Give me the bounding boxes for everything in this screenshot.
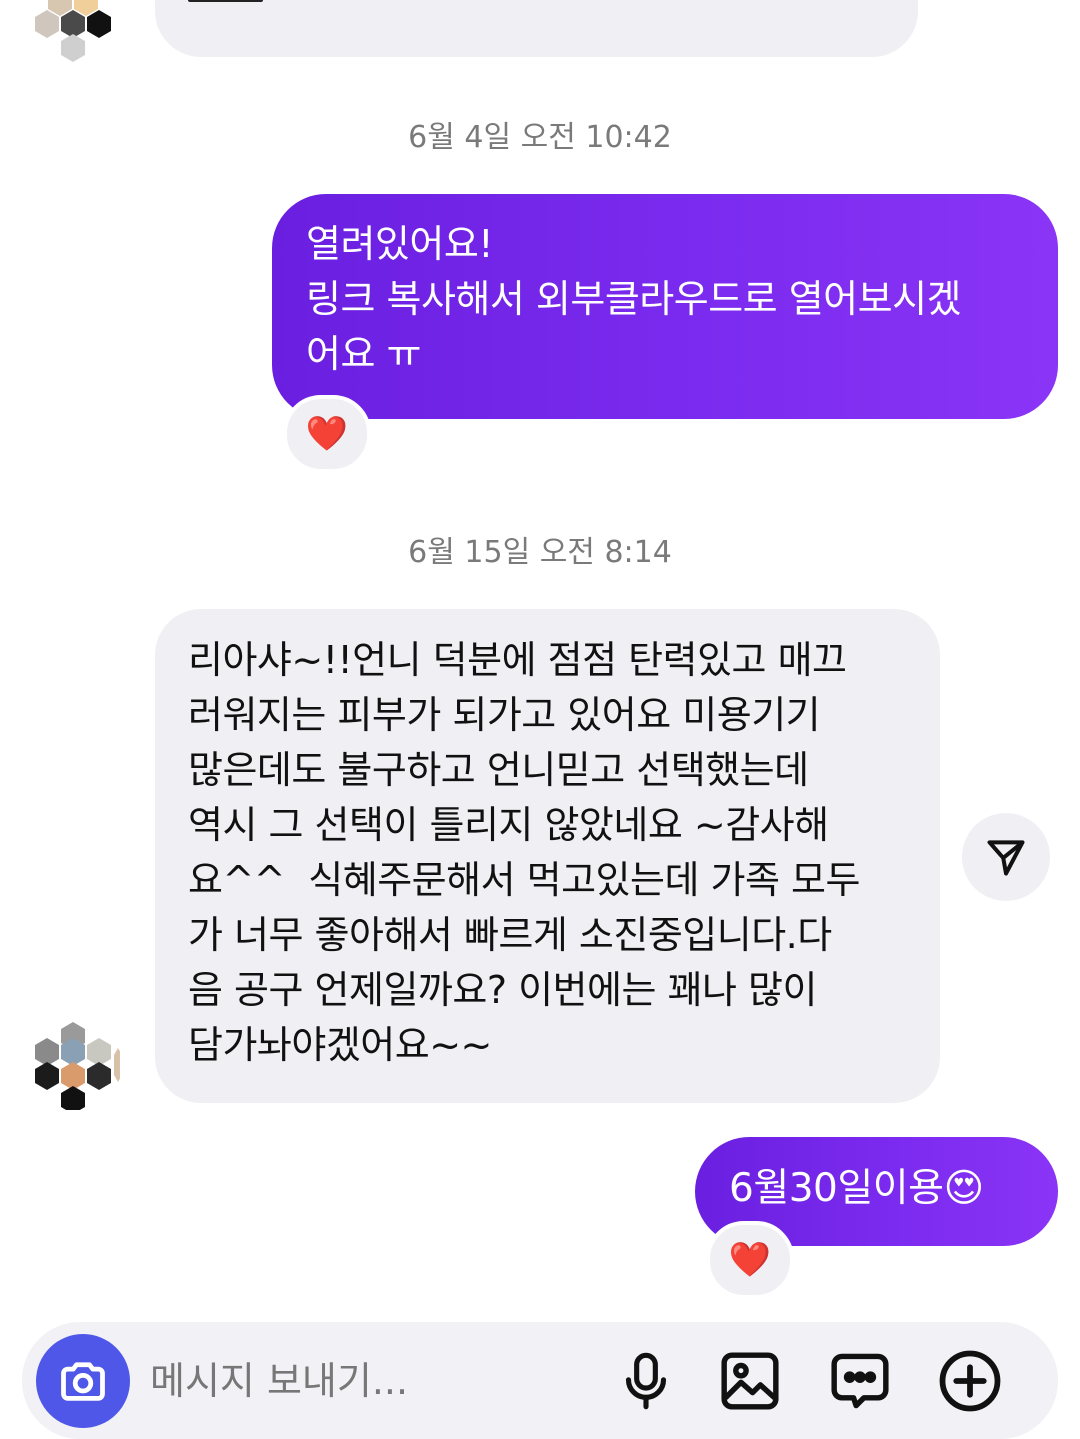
message-text: 리아샤~!!언니 덕분에 점점 탄력있고 매끄 러워지는 피부가 되가고 있어요… (188, 638, 860, 1067)
microphone-icon (625, 1352, 667, 1410)
chat-bubble-icon (831, 1353, 889, 1409)
sender-avatar-top[interactable] (30, 0, 120, 70)
heart-icon: ❤️ (305, 414, 349, 454)
timestamp: 6월 4일 오전 10:42 (408, 120, 672, 155)
more-options-button[interactable] (934, 1345, 1006, 1417)
camera-button[interactable] (36, 1334, 130, 1428)
timestamp: 6월 15일 오전 8:14 (408, 535, 672, 570)
reaction-badge[interactable]: ❤️ (283, 395, 371, 473)
camera-icon (61, 1362, 105, 1401)
message-text: 열려있어요! 링크 복사해서 외부클라우드로 열어보시겠 어요 ㅠ (306, 222, 962, 376)
share-button[interactable] (962, 813, 1050, 901)
incoming-message-bubble[interactable]: 리아샤~!!언니 덕분에 점점 탄력있고 매끄 러워지는 피부가 되가고 있어요… (155, 609, 940, 1103)
reaction-badge[interactable]: ❤️ (706, 1221, 794, 1299)
sender-avatar[interactable] (30, 1020, 120, 1110)
message-input[interactable] (150, 1346, 590, 1416)
plus-circle-icon (939, 1350, 1001, 1412)
image-icon (721, 1352, 779, 1410)
gallery-button[interactable] (714, 1345, 786, 1417)
message-bubble-partial[interactable] (155, 0, 918, 57)
heart-icon: ❤️ (728, 1240, 772, 1280)
partial-text-fragment (188, 0, 263, 2)
microphone-button[interactable] (610, 1345, 682, 1417)
send-icon (987, 840, 1025, 876)
sticker-button[interactable] (824, 1345, 896, 1417)
outgoing-message-bubble[interactable]: 열려있어요! 링크 복사해서 외부클라우드로 열어보시겠 어요 ㅠ (272, 194, 1058, 419)
message-text: 6월30일이용😍 (729, 1166, 984, 1211)
